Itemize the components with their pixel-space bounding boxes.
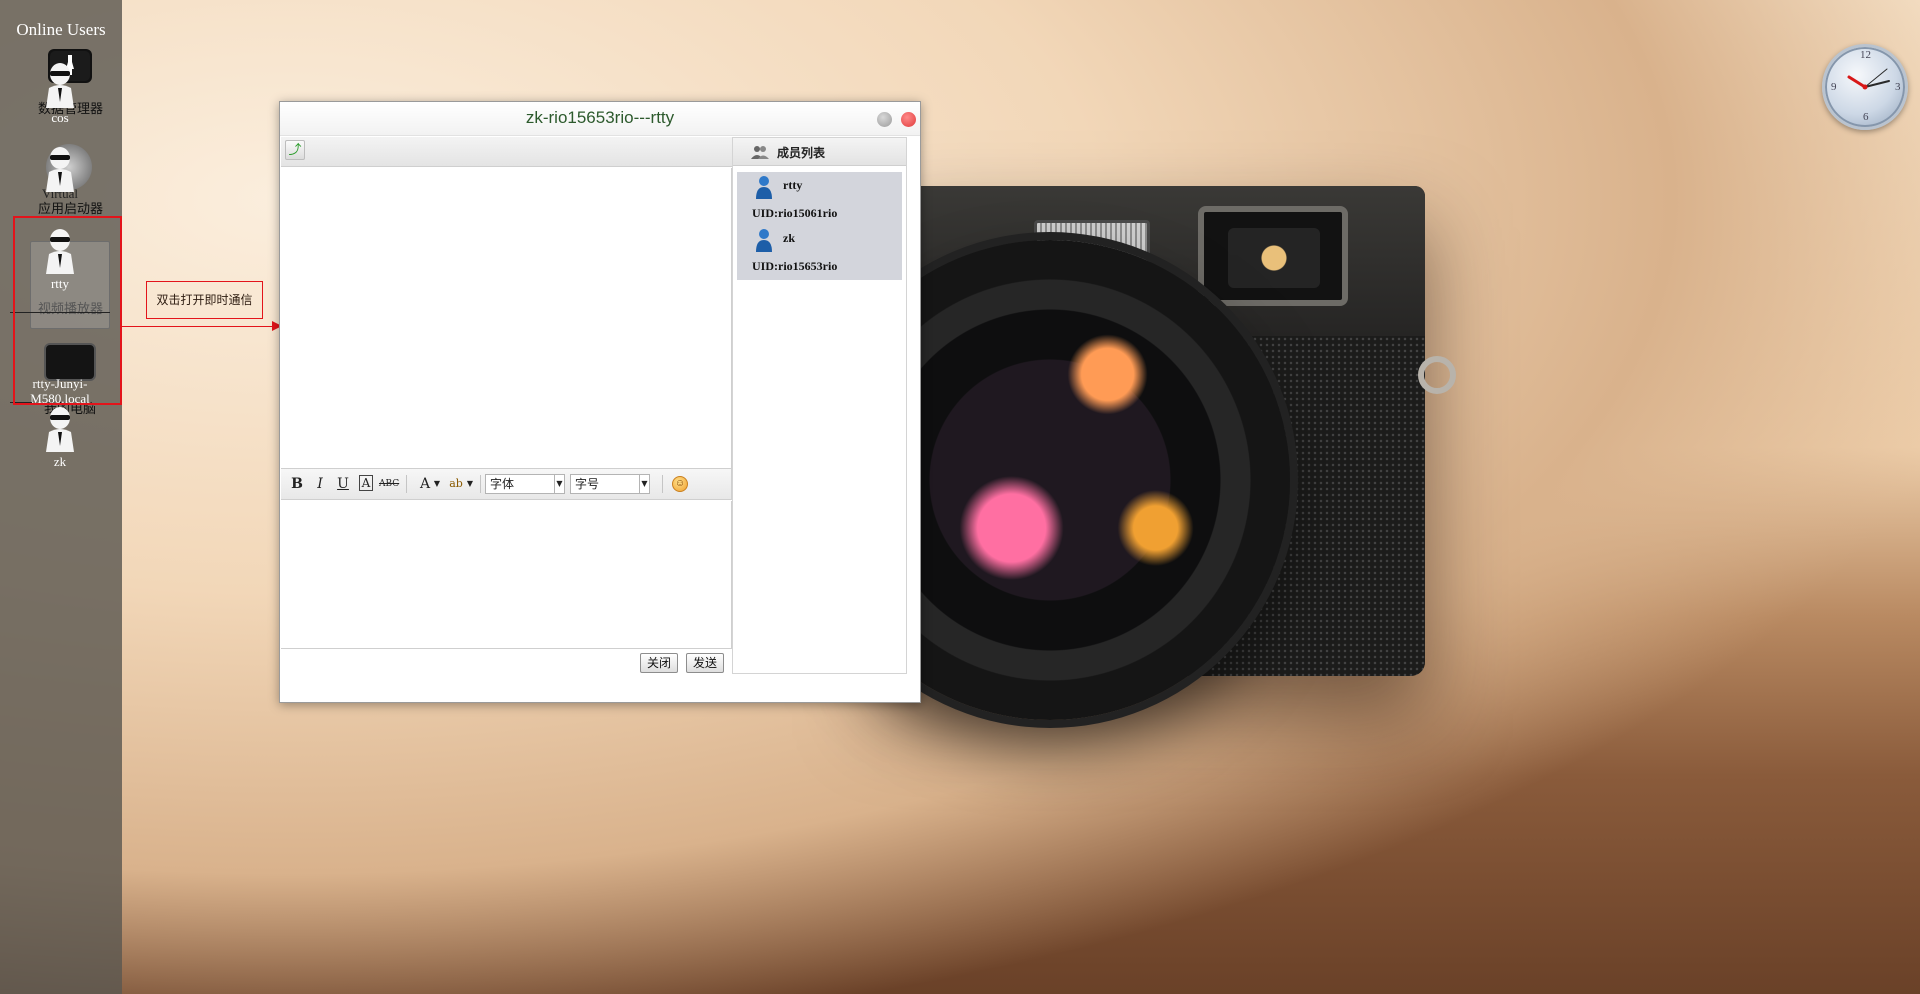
toolbar-separator (480, 475, 481, 493)
toolbar-separator (406, 475, 407, 493)
underline-button[interactable]: U (336, 475, 350, 493)
member-name: zk (783, 231, 795, 245)
message-toolbar: ⤴ (281, 137, 732, 167)
message-input[interactable] (281, 501, 732, 649)
member-item[interactable]: zk UID:rio15653rio (737, 225, 902, 277)
user-label: cos (51, 110, 69, 125)
member-list: rtty UID:rio15061rio zk UID:rio15653rio (737, 172, 902, 280)
chevron-down-icon[interactable]: ▼ (433, 475, 441, 493)
member-name: rtty (783, 178, 803, 192)
member-header-label: 成员列表 (777, 146, 826, 160)
camera-strap-lug (1418, 356, 1456, 394)
user-avatar-icon (43, 406, 77, 452)
close-chat-button[interactable]: 关闭 (640, 653, 679, 673)
online-users-sidebar: Online Users 数据管理器 应用启动器 视频播放器 我的电脑 cos (0, 0, 122, 994)
user-label: zk (53, 454, 67, 469)
close-window-button[interactable] (901, 112, 916, 127)
member-item[interactable]: rtty UID:rio15061rio (737, 172, 902, 224)
user-avatar-icon (43, 146, 77, 192)
toolbar-separator (662, 475, 663, 493)
bold-button[interactable]: B (290, 475, 304, 493)
border-text-button[interactable]: A (359, 475, 373, 491)
history-export-icon[interactable]: ⤴ (285, 140, 305, 160)
member-uid: UID:rio15061rio (752, 206, 838, 220)
user-avatar-icon (43, 62, 77, 108)
italic-button[interactable]: I (313, 475, 327, 493)
sidebar-title: Online Users (16, 20, 106, 39)
user-icon (755, 228, 773, 257)
font-family-select[interactable]: 字体 ▼ (485, 474, 565, 494)
font-size-value: 字号 (575, 477, 600, 491)
editor-toolbar: B I U A ABC A ▼ ab ▼ 字体 ▼ 字号 ▼ ☺ (281, 468, 732, 500)
group-users-icon (751, 145, 769, 164)
minimize-button[interactable] (877, 112, 892, 127)
chat-title: zk-rio15653rio---rtty (525, 108, 675, 127)
camera-viewfinder-inner (1228, 228, 1320, 288)
member-header: 成员列表 (733, 138, 906, 166)
message-history[interactable] (281, 168, 732, 468)
annotation-tooltip: 双击打开即时通信 (146, 281, 263, 319)
clock-hands-icon (1847, 68, 1890, 90)
font-color-button[interactable]: A (418, 475, 432, 493)
annotation-highlight-box (13, 216, 122, 405)
chat-window[interactable]: zk-rio15653rio---rtty ⤴ B I U A ABC A ▼ … (279, 101, 921, 703)
strikethrough-button[interactable]: ABC (379, 475, 399, 493)
chevron-down-icon: ▼ (639, 475, 649, 493)
highlight-color-button[interactable]: ab (447, 475, 465, 493)
font-size-select[interactable]: 字号 ▼ (570, 474, 650, 494)
chevron-down-icon[interactable]: ▼ (466, 475, 474, 493)
chat-titlebar[interactable]: zk-rio15653rio---rtty (280, 102, 920, 136)
user-item-zk[interactable]: zk (5, 406, 115, 469)
annotation-arrow-line (122, 326, 274, 327)
font-family-value: 字体 (490, 477, 515, 491)
user-icon (755, 175, 773, 204)
emoji-icon[interactable]: ☺ (672, 476, 688, 492)
send-button[interactable]: 发送 (686, 653, 725, 673)
member-uid: UID:rio15653rio (752, 259, 838, 273)
clock-widget[interactable]: 12 3 6 9 (1822, 44, 1908, 130)
chevron-down-icon: ▼ (554, 475, 564, 493)
member-panel: 成员列表 rtty UID:rio15061rio zk UID:rio1565… (732, 137, 907, 674)
user-item-cos[interactable]: cos (5, 62, 115, 125)
user-item-virtual[interactable]: Virtual (5, 146, 115, 201)
